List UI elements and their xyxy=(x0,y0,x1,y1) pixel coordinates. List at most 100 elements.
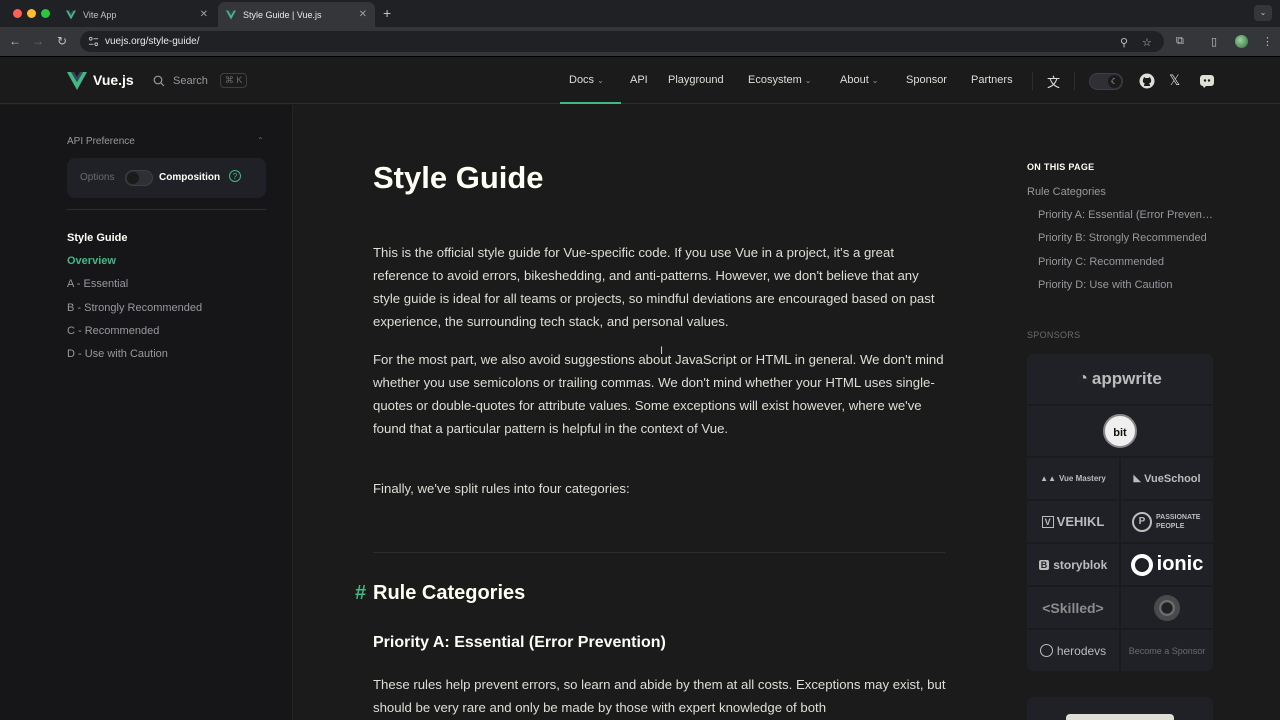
intro-paragraph: This is the official style guide for Vue… xyxy=(373,245,935,329)
nav-divider xyxy=(1074,72,1075,90)
sponsor-passionate-people[interactable]: P PASSIONATE PEOPLE xyxy=(1121,501,1213,542)
close-window-button[interactable] xyxy=(13,9,22,18)
main-content: Style Guide This is the official style g… xyxy=(294,105,994,720)
browser-tab-vite-app[interactable]: Vite App ✕ xyxy=(58,2,216,27)
sidebar-item-a-essential[interactable]: A - Essential xyxy=(67,278,128,290)
x-twitter-icon[interactable]: 𝕏 xyxy=(1169,72,1180,89)
github-icon[interactable] xyxy=(1139,73,1155,89)
api-preference-box: Options Composition ? xyxy=(67,158,266,198)
sidebar-item-d-use-with-caution[interactable]: D - Use with Caution xyxy=(67,348,168,360)
sponsor-herodevs[interactable]: herodevs xyxy=(1027,630,1119,671)
promo-card[interactable] xyxy=(1027,697,1213,720)
sidebar-item-c-recommended[interactable]: C - Recommended xyxy=(67,325,159,337)
composition-api-label[interactable]: Composition xyxy=(159,172,220,183)
search-label: Search xyxy=(173,74,208,87)
appwrite-logo-icon: ◔ xyxy=(1078,370,1088,387)
storyblok-logo-icon: B xyxy=(1038,559,1050,570)
discord-icon[interactable] xyxy=(1199,73,1215,89)
browser-menu-icon[interactable]: ⋮ xyxy=(1262,35,1273,48)
new-tab-button[interactable]: + xyxy=(383,5,391,21)
nav-sponsor[interactable]: Sponsor xyxy=(906,74,947,86)
reload-button[interactable]: ↻ xyxy=(54,34,70,48)
nav-docs[interactable]: Docs ⌄ xyxy=(569,74,604,86)
site-header: Vue.js Search ⌘ K Docs ⌄ API Playground E… xyxy=(0,58,1280,104)
nav-api[interactable]: API xyxy=(630,74,648,86)
tab-title: Vite App xyxy=(83,9,117,20)
sponsor-chrome[interactable] xyxy=(1121,587,1213,628)
chevron-down-icon: ⌄ xyxy=(597,76,604,85)
close-tab-icon[interactable]: ✕ xyxy=(359,9,367,20)
sidebar: API Preference ⌃ Options Composition ? S… xyxy=(0,105,293,720)
forward-button[interactable]: → xyxy=(30,34,46,48)
toc-link-priority-a[interactable]: Priority A: Essential (Error Prevention) xyxy=(1038,209,1213,221)
moon-icon: ☾ xyxy=(1108,75,1121,88)
toc-link-priority-c[interactable]: Priority C: Recommended xyxy=(1038,256,1213,268)
sponsor-vueschool[interactable]: ◣ VueSchool xyxy=(1121,458,1213,499)
search-button[interactable]: Search ⌘ K xyxy=(153,73,248,88)
sponsor-skilled[interactable]: <Skilled> xyxy=(1027,587,1119,628)
address-bar[interactable]: vuejs.org/style-guide/ ⚲ ☆ xyxy=(80,31,1164,52)
bit-logo: bit xyxy=(1103,414,1137,448)
header-anchor-link[interactable]: # xyxy=(355,582,366,605)
vehikl-logo-icon: V xyxy=(1041,515,1054,528)
profile-avatar[interactable] xyxy=(1235,35,1248,48)
api-preference-label: API Preference xyxy=(67,136,135,147)
become-a-sponsor-link[interactable]: Become a Sponsor xyxy=(1121,630,1213,671)
search-shortcut: ⌘ K xyxy=(219,73,248,88)
chevron-up-icon[interactable]: ⌃ xyxy=(257,136,264,145)
page-title: Style Guide xyxy=(373,160,544,195)
sponsors-label: SPONSORS xyxy=(1027,330,1081,340)
sidebar-item-b-strongly-recommended[interactable]: B - Strongly Recommended xyxy=(67,302,202,314)
promo-card-banner xyxy=(1066,714,1174,720)
chevron-down-icon: ⌄ xyxy=(871,76,879,85)
sponsor-ionic[interactable]: ionic xyxy=(1121,544,1213,585)
back-button[interactable]: ← xyxy=(7,34,23,48)
api-style-toggle[interactable] xyxy=(125,170,153,186)
categories-intro-paragraph: Finally, we've split rules into four cat… xyxy=(373,481,630,496)
ionic-logo-icon xyxy=(1130,553,1153,576)
on-this-page-label: ON THIS PAGE xyxy=(1027,162,1095,172)
chrome-logo-icon xyxy=(1154,594,1180,621)
side-panel-icon[interactable]: ▯ xyxy=(1211,35,1217,48)
maximize-window-button[interactable] xyxy=(41,9,50,18)
text-cursor-icon: I xyxy=(660,345,664,357)
help-icon[interactable]: ? xyxy=(229,170,241,182)
site-info-icon[interactable] xyxy=(88,36,99,47)
browser-tab-bar: Vite App ✕ Style Guide | Vue.js ✕ + ⌄ xyxy=(0,0,1280,27)
tab-search-button[interactable]: ⌄ xyxy=(1254,5,1272,21)
sponsor-vue-mastery[interactable]: ▲▲ Vue Mastery xyxy=(1027,458,1119,499)
dark-mode-toggle[interactable]: ☾ xyxy=(1089,73,1123,90)
tab-title: Style Guide | Vue.js xyxy=(243,9,322,20)
vue-logo-icon[interactable] xyxy=(67,72,87,90)
search-icon xyxy=(153,75,165,86)
nav-about[interactable]: About ⌄ xyxy=(840,74,878,86)
nav-ecosystem[interactable]: Ecosystem ⌄ xyxy=(748,74,812,86)
subsection-heading-priority-a: Priority A: Essential (Error Prevention) xyxy=(373,634,666,651)
close-tab-icon[interactable]: ✕ xyxy=(200,9,208,20)
zoom-icon[interactable]: ⚲ xyxy=(1120,36,1128,49)
toc-link-priority-b[interactable]: Priority B: Strongly Recommended xyxy=(1038,232,1213,244)
translate-icon[interactable]: 文 xyxy=(1047,72,1060,91)
sidebar-divider xyxy=(67,209,266,210)
nav-playground[interactable]: Playground xyxy=(668,74,724,86)
sponsor-appwrite[interactable]: ◔ appwrite xyxy=(1027,354,1213,404)
toc-link-rule-categories[interactable]: Rule Categories xyxy=(1027,186,1213,198)
vue-favicon-icon xyxy=(226,10,236,19)
minimize-window-button[interactable] xyxy=(27,9,36,18)
vueschool-logo-icon: ◣ xyxy=(1133,473,1142,484)
browser-tab-style-guide[interactable]: Style Guide | Vue.js ✕ xyxy=(218,2,375,27)
chevron-down-icon: ⌄ xyxy=(804,76,812,85)
passionate-people-logo-icon: P xyxy=(1132,511,1152,532)
sponsor-bit[interactable]: bit xyxy=(1027,406,1213,456)
toc-link-priority-d[interactable]: Priority D: Use with Caution xyxy=(1038,279,1213,291)
herodevs-logo-icon xyxy=(1039,644,1053,657)
sponsor-storyblok[interactable]: Bstoryblok xyxy=(1027,544,1119,585)
site-brand[interactable]: Vue.js xyxy=(93,72,134,88)
extensions-icon[interactable]: ⧉ xyxy=(1176,35,1184,48)
nav-partners[interactable]: Partners xyxy=(971,74,1013,86)
sidebar-item-overview[interactable]: Overview xyxy=(67,255,116,267)
url-text: vuejs.org/style-guide/ xyxy=(105,36,200,47)
bookmark-star-icon[interactable]: ☆ xyxy=(1142,36,1152,49)
options-api-label[interactable]: Options xyxy=(80,172,114,183)
sponsor-vehikl[interactable]: V VEHIKL xyxy=(1027,501,1119,542)
